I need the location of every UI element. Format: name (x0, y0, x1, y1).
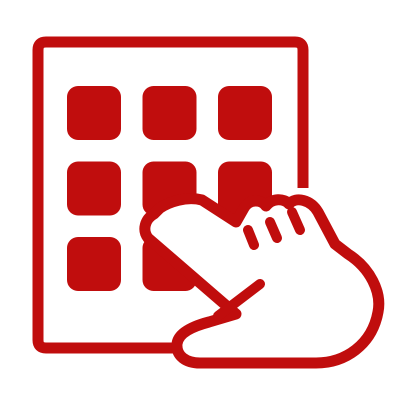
touch-keypad-icon (32, 36, 385, 369)
keypad-key-r1-c2 (142, 86, 197, 140)
knuckle-line (265, 217, 282, 243)
icon-canvas (0, 0, 417, 417)
keypad-key-r1-c1 (67, 86, 121, 140)
keypad-key-r1-c3 (218, 86, 272, 140)
knuckle-line (243, 225, 259, 250)
keypad-key-r2-c1 (67, 161, 121, 216)
keypad-key-r3-c1 (67, 237, 121, 291)
